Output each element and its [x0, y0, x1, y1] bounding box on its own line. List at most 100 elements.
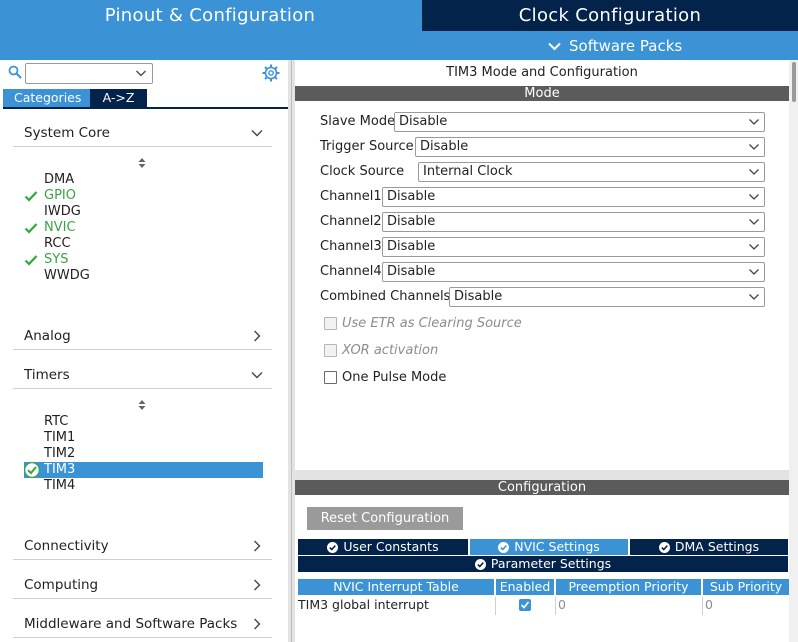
combined-channels-select[interactable]: Disable — [449, 287, 765, 307]
divider — [13, 637, 272, 638]
enabled-checkbox[interactable] — [519, 599, 531, 611]
xor-row: XOR activation — [324, 342, 438, 358]
tab-underline — [3, 107, 288, 109]
select-value: Disable — [387, 189, 436, 204]
item-label: WWDG — [44, 268, 90, 283]
item-label: TIM3 — [44, 462, 76, 477]
check-circle-icon — [474, 558, 486, 570]
channel2-label: Channel2 — [320, 214, 382, 229]
trigger-source-select[interactable]: Disable — [415, 137, 765, 157]
section-label: Connectivity — [24, 538, 109, 554]
chevron-down-icon — [749, 219, 759, 225]
chevron-down-icon — [251, 372, 263, 379]
tab-label: Parameter Settings — [490, 556, 612, 571]
chevron-down-icon — [749, 194, 759, 200]
tab-label: NVIC Settings — [514, 539, 600, 554]
one-pulse-mode-label: One Pulse Mode — [342, 369, 447, 385]
check-circle-icon — [498, 541, 510, 553]
divider — [13, 146, 272, 147]
top-bar: Pinout & Configuration Clock Configurati… — [0, 0, 798, 60]
section-middleware[interactable]: Middleware and Software Packs — [13, 612, 272, 636]
tab-nvic-settings[interactable]: NVIC Settings — [470, 539, 628, 555]
search-icon[interactable] — [8, 65, 22, 79]
tab-label: User Constants — [343, 539, 439, 554]
sub-priority-cell[interactable]: 0 — [705, 597, 713, 613]
select-value: Disable — [454, 289, 503, 304]
select-value: Disable — [387, 264, 436, 279]
panel-title: TIM3 Mode and Configuration — [446, 65, 638, 80]
chevron-down-icon — [749, 269, 759, 275]
column-header-enabled[interactable]: Enabled — [496, 579, 554, 595]
item-label: IWDG — [44, 204, 81, 219]
vertical-scrollbar[interactable] — [789, 60, 798, 642]
software-packs-label: Software Packs — [569, 37, 683, 55]
use-etr-checkbox[interactable] — [324, 316, 337, 330]
xor-activation-checkbox[interactable] — [324, 343, 337, 357]
checkmark-icon — [24, 255, 38, 266]
tab-clock-configuration[interactable]: Clock Configuration — [422, 0, 798, 31]
tab-user-constants[interactable]: User Constants — [298, 539, 468, 555]
chevron-down-icon — [251, 130, 263, 137]
one-pulse-mode-checkbox[interactable] — [324, 370, 337, 384]
column-header-sub-priority[interactable]: Sub Priority — [703, 579, 789, 595]
xor-activation-label: XOR activation — [342, 342, 439, 358]
channel1-select[interactable]: Disable — [382, 187, 765, 207]
tab-dma-settings[interactable]: DMA Settings — [630, 539, 788, 555]
search-combo-input[interactable] — [25, 63, 153, 84]
scrollbar-thumb[interactable] — [792, 62, 796, 102]
divider — [13, 559, 272, 560]
divider — [13, 388, 272, 389]
chevron-down-icon — [749, 144, 759, 150]
item-label: TIM2 — [44, 446, 76, 461]
slave-mode-label: Slave Mode — [320, 114, 396, 129]
tab-a-to-z[interactable]: A->Z — [90, 89, 147, 107]
sort-icon[interactable] — [137, 157, 147, 169]
gear-icon[interactable] — [262, 64, 280, 82]
channel4-select[interactable]: Disable — [382, 262, 765, 282]
check-circle-icon — [658, 541, 670, 553]
channel3-select[interactable]: Disable — [382, 237, 765, 257]
divider — [13, 349, 272, 350]
select-value: Disable — [387, 214, 436, 229]
column-header-preemption[interactable]: Preemption Priority — [556, 579, 701, 595]
channel3-label: Channel3 — [320, 239, 382, 254]
select-value: Disable — [420, 139, 469, 154]
tab-pinout-configuration[interactable]: Pinout & Configuration — [0, 0, 420, 31]
combined-channels-label: Combined Channels — [320, 289, 451, 304]
section-analog[interactable]: Analog — [13, 324, 272, 348]
tab-categories[interactable]: Categories — [3, 89, 90, 107]
item-label: RTC — [44, 414, 69, 429]
chevron-down-icon — [136, 70, 146, 77]
software-packs-menu[interactable]: Software Packs — [548, 33, 682, 59]
section-connectivity[interactable]: Connectivity — [13, 534, 272, 558]
clock-source-select[interactable]: Internal Clock — [418, 162, 765, 182]
select-value: Internal Clock — [423, 164, 513, 179]
interrupt-name-cell[interactable]: TIM3 global interrupt — [298, 597, 429, 613]
sort-icon[interactable] — [137, 399, 147, 411]
trigger-source-label: Trigger Source — [320, 139, 414, 154]
use-etr-row: Use ETR as Clearing Source — [324, 315, 522, 331]
slave-mode-select[interactable]: Disable — [394, 112, 765, 132]
column-header-interrupt[interactable]: NVIC Interrupt Table — [298, 579, 494, 595]
cell-divider — [702, 597, 703, 615]
configuration-bar: Configuration — [295, 480, 789, 495]
section-computing[interactable]: Computing — [13, 573, 272, 597]
chevron-down-icon — [548, 42, 561, 50]
tab-parameter-settings[interactable]: Parameter Settings — [298, 556, 788, 572]
section-system-core[interactable]: System Core — [13, 121, 272, 145]
preemption-priority-cell[interactable]: 0 — [558, 597, 566, 613]
channel1-label: Channel1 — [320, 189, 382, 204]
reset-configuration-button[interactable]: Reset Configuration — [307, 507, 463, 530]
mode-bar: Mode — [295, 86, 789, 101]
splitter-line — [291, 60, 292, 642]
channel2-select[interactable]: Disable — [382, 212, 765, 232]
item-label: SYS — [44, 252, 69, 267]
check-circle-icon — [24, 462, 40, 478]
mode-config-panel: TIM3 Mode and Configuration Mode Slave M… — [295, 60, 798, 642]
section-label: Middleware and Software Packs — [24, 616, 238, 632]
config-divider[interactable] — [295, 470, 789, 480]
section-timers[interactable]: Timers — [13, 363, 272, 387]
select-value: Disable — [387, 239, 436, 254]
timer-tim3[interactable]: TIM3 — [24, 462, 263, 478]
section-label: Analog — [24, 328, 71, 344]
